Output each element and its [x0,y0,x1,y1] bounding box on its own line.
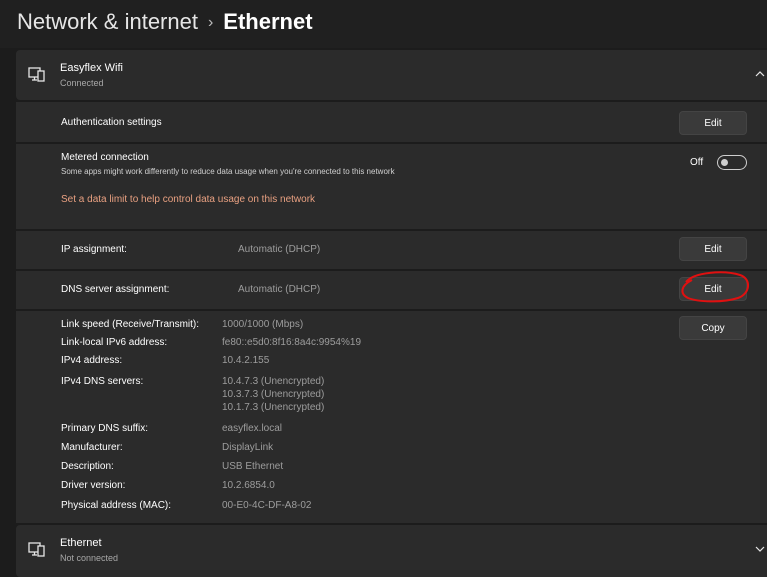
monitor-network-icon [28,542,45,557]
metered-connection-label: Metered connection [61,152,149,163]
ip-assignment-edit-button[interactable]: Edit [679,237,747,261]
link-speed-value: 1000/1000 (Mbps) [222,319,304,330]
manufacturer-label: Manufacturer: [61,442,123,453]
breadcrumb-parent[interactable]: Network & internet [17,9,198,34]
metered-toggle[interactable] [717,155,747,170]
ipv4-dns-value-3: 10.1.7.3 (Unencrypted) [222,402,325,413]
dns-assignment-edit-button[interactable]: Edit [679,277,747,301]
driver-version-value: 10.2.6854.0 [222,480,275,491]
metered-connection-row: Metered connection Some apps might work … [16,144,767,229]
ipv4-value: 10.4.2.155 [222,355,270,366]
data-limit-link[interactable]: Set a data limit to help control data us… [61,194,315,205]
chevron-down-icon[interactable] [755,544,765,554]
mac-address-label: Physical address (MAC): [61,500,172,511]
network-card-header[interactable]: Easyflex Wifi Connected [16,50,767,100]
network-name: Easyflex Wifi [60,62,123,74]
metered-connection-description: Some apps might work differently to redu… [61,167,395,176]
ipv4-label: IPv4 address: [61,355,123,366]
breadcrumb: Network & internet › Ethernet [17,7,313,40]
ip-assignment-row: IP assignment: Automatic (DHCP) Edit [16,231,767,269]
page-title: Ethernet [223,9,313,34]
dns-suffix-label: Primary DNS suffix: [61,423,149,434]
ip-assignment-label: IP assignment: [61,244,127,255]
ethernet-status: Not connected [60,553,119,563]
authentication-settings-row: Authentication settings Edit [16,102,767,142]
network-status: Connected [60,78,104,88]
title-bar: Network & internet › Ethernet [0,0,767,48]
metered-toggle-state: Off [690,157,704,168]
manufacturer-value: DisplayLink [222,442,274,453]
dns-assignment-row: DNS server assignment: Automatic (DHCP) … [16,271,767,309]
ipv6-label: Link-local IPv6 address: [61,337,168,348]
link-speed-label: Link speed (Receive/Transmit): [61,319,200,330]
authentication-settings-label: Authentication settings [61,117,162,128]
ipv4-dns-label: IPv4 DNS servers: [61,376,144,387]
driver-version-label: Driver version: [61,480,126,491]
authentication-edit-button[interactable]: Edit [679,111,747,135]
dns-suffix-value: easyflex.local [222,423,283,434]
dns-assignment-label: DNS server assignment: [61,284,170,295]
breadcrumb-separator: › [207,14,214,31]
ip-assignment-value: Automatic (DHCP) [238,244,321,255]
description-value: USB Ethernet [222,461,284,472]
ethernet-name: Ethernet [60,537,102,549]
ipv6-value: fe80::e5d0:8f16:8a4c:9954%19 [222,337,362,348]
ipv4-dns-value-1: 10.4.7.3 (Unencrypted) [222,376,325,387]
ipv4-dns-value-2: 10.3.7.3 (Unencrypted) [222,389,325,400]
ethernet-card-header[interactable]: Ethernet Not connected [16,525,767,577]
mac-address-value: 00-E0-4C-DF-A8-02 [222,500,312,511]
toggle-knob [721,159,728,166]
monitor-network-icon [28,67,45,82]
description-label: Description: [61,461,114,472]
copy-properties-button[interactable]: Copy [679,316,747,340]
chevron-up-icon[interactable] [755,69,765,79]
dns-assignment-value: Automatic (DHCP) [238,284,321,295]
